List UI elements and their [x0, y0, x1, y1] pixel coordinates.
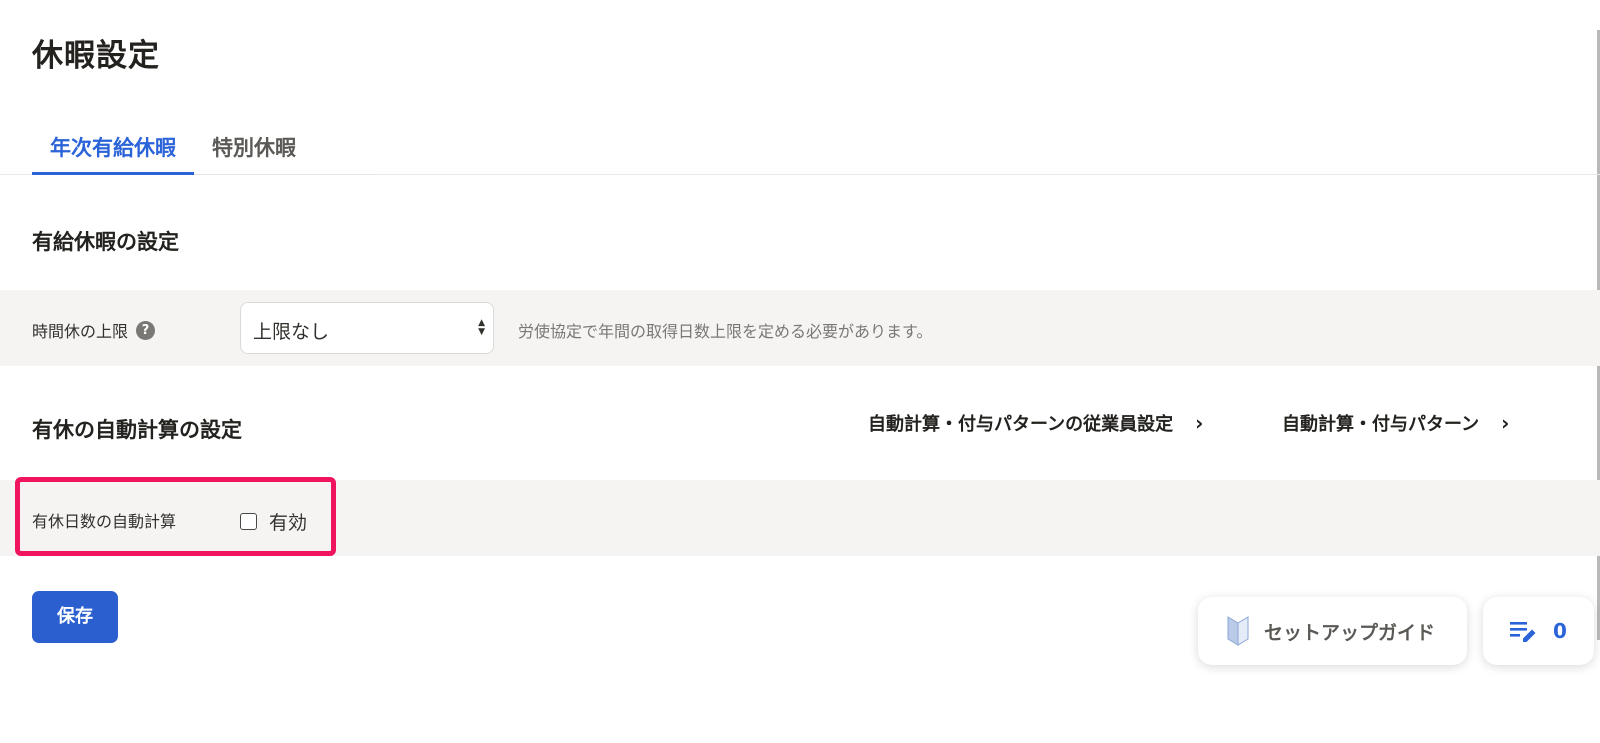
todo-count: 0: [1553, 619, 1567, 643]
hourly-limit-label-text: 時間休の上限: [32, 322, 129, 341]
help-icon[interactable]: ?: [136, 321, 156, 340]
chevron-right-icon: ›: [1501, 411, 1510, 435]
grant-pattern-link[interactable]: 自動計算・付与パターン ›: [1282, 410, 1509, 436]
employee-pattern-settings-label: 自動計算・付与パターンの従業員設定: [868, 414, 1174, 435]
auto-calc-section-title: 有休の自動計算の設定: [32, 418, 242, 442]
todo-button[interactable]: 0: [1483, 597, 1594, 665]
hourly-limit-label: 時間休の上限?: [32, 318, 156, 342]
hourly-limit-selected-value: 上限なし: [253, 321, 330, 343]
tab-bar: 年次有給休暇 特別休暇: [32, 118, 372, 175]
setup-guide-button[interactable]: セットアップガイド: [1198, 597, 1467, 665]
setup-guide-label: セットアップガイド: [1264, 621, 1436, 644]
save-button[interactable]: 保存: [32, 591, 118, 643]
page: 休暇設定 年次有給休暇 特別休暇 有給休暇の設定 時間休の上限? 上限なし ▲ ▼…: [0, 0, 1600, 743]
beginner-mark-icon: [1227, 616, 1249, 646]
tab-annual-paid-leave[interactable]: 年次有給休暇: [32, 118, 194, 175]
page-title: 休暇設定: [32, 38, 160, 74]
hourly-limit-row: 時間休の上限? 上限なし ▲ ▼ 労使協定で年間の取得日数上限を定める必要がありま…: [0, 290, 1600, 366]
chevron-right-icon: ›: [1195, 411, 1204, 435]
employee-pattern-settings-link[interactable]: 自動計算・付与パターンの従業員設定 ›: [868, 410, 1203, 436]
highlight-annotation: [15, 477, 336, 556]
paid-leave-section-title: 有給休暇の設定: [32, 230, 179, 254]
select-arrows-icon: ▲ ▼: [478, 318, 485, 337]
edit-list-icon: [1510, 622, 1536, 642]
hourly-limit-select[interactable]: 上限なし ▲ ▼: [240, 302, 494, 354]
tab-special-leave[interactable]: 特別休暇: [194, 118, 314, 175]
hourly-limit-hint: 労使協定で年間の取得日数上限を定める必要があります。: [518, 322, 933, 341]
grant-pattern-label: 自動計算・付与パターン: [1282, 414, 1480, 435]
